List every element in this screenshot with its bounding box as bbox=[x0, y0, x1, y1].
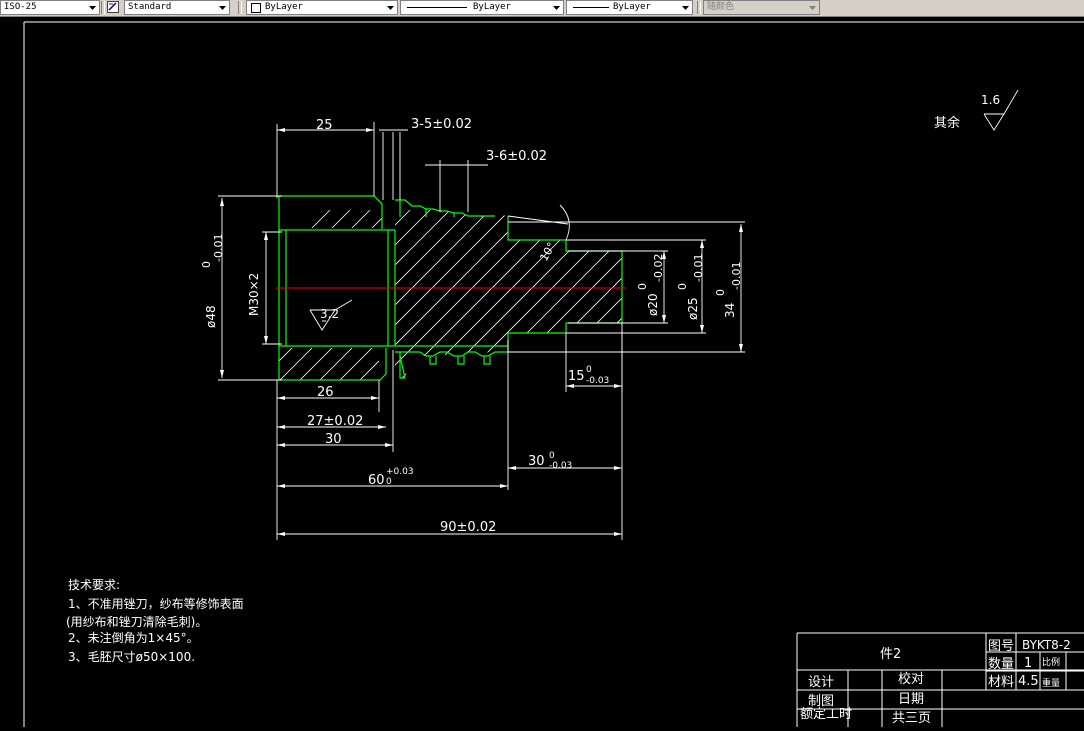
dim-style-value: ISO-25 bbox=[4, 2, 37, 12]
dim-dia20-tol-upper: 0 bbox=[636, 283, 649, 290]
scale-label: 比例 bbox=[1042, 656, 1060, 668]
linetype-combo[interactable]: ByLayer bbox=[400, 0, 564, 15]
notes-line-3: 2、未注倒角为1×45°。 bbox=[68, 630, 199, 645]
thread-label: M30×2 bbox=[247, 273, 261, 316]
plot-style-combo: 随颜色 bbox=[703, 0, 820, 15]
material-label: 材料 bbox=[988, 675, 1014, 690]
dim-dia25: ø25 bbox=[686, 297, 700, 320]
dim-len60-tol-upper: +0.03 bbox=[386, 467, 414, 477]
hours-label: 额定工时 bbox=[800, 707, 852, 722]
dim-len15-tol-lower: -0.03 bbox=[586, 376, 609, 386]
plot-style-value: 随颜色 bbox=[707, 2, 735, 12]
notes-line-2: (用纱布和锉刀清除毛刺)。 bbox=[66, 614, 207, 629]
dim-dia48-tol-lower: -0.01 bbox=[212, 234, 225, 262]
dim-len27: 27±0.02 bbox=[307, 414, 363, 429]
chevron-down-icon bbox=[219, 6, 226, 10]
dim-len30: 30 bbox=[325, 432, 342, 447]
part-name: 件2 bbox=[880, 647, 901, 662]
qty-label: 数量 bbox=[988, 657, 1014, 672]
dim-3-6: 3-6±0.02 bbox=[486, 149, 547, 164]
linetype-sample-icon bbox=[407, 7, 467, 8]
date-label: 日期 bbox=[898, 692, 924, 707]
chevron-down-icon bbox=[682, 6, 689, 10]
layer-color-combo[interactable]: ByLayer bbox=[246, 0, 398, 15]
toolbar-separator bbox=[101, 1, 105, 14]
material-value: 4.5 bbox=[1018, 674, 1039, 689]
drawing-no-label: 图号 bbox=[988, 639, 1014, 654]
dim-dia20: ø20 bbox=[646, 293, 660, 316]
text-style-icon[interactable] bbox=[107, 1, 119, 13]
chevron-down-icon bbox=[387, 6, 394, 10]
dim-dia34: 34 bbox=[723, 303, 737, 318]
dim-len90: 90±0.02 bbox=[440, 520, 496, 535]
dim-len15: 15 bbox=[568, 369, 585, 384]
dim-dia25-tol-lower: -0.01 bbox=[692, 254, 705, 282]
dim-dia34-tol-upper: 0 bbox=[714, 289, 727, 296]
properties-toolbar: ISO-25 Standard ByLayer ByLayer ByLayer … bbox=[0, 0, 1084, 17]
roughness-bore-value: 3.2 bbox=[320, 307, 339, 321]
dim-len30b-tol-upper: 0 bbox=[549, 451, 555, 461]
dim-len30b: 30 bbox=[528, 454, 545, 469]
dim-dia25-tol-upper: 0 bbox=[676, 283, 689, 290]
lineweight-combo[interactable]: ByLayer bbox=[566, 0, 693, 15]
dim-len26: 26 bbox=[317, 385, 334, 400]
dim-len30b-tol-lower: -0.03 bbox=[549, 461, 572, 471]
dim-dia34-tol-lower: -0.01 bbox=[730, 262, 743, 290]
weight-label: 重量 bbox=[1042, 677, 1060, 689]
drawing-canvas[interactable]: 25 3-5±0.02 3-6±0.02 10° 3.2 M30×2 ø48 0… bbox=[0, 17, 1084, 727]
lineweight-sample-icon bbox=[573, 7, 609, 8]
title-block: 件2 图号 BYKT8-2 数量 1 比例 材料 4.5 重量 设计 校对 制图… bbox=[796, 632, 1084, 727]
check-label: 校对 bbox=[898, 671, 924, 687]
notes-title: 技术要求: bbox=[68, 578, 120, 592]
dim-dia20-tol-lower: -0.02 bbox=[652, 254, 665, 282]
dimension-arrows bbox=[220, 128, 743, 536]
dim-3-5: 3-5±0.02 bbox=[411, 117, 472, 132]
roughness-rest-label: 其余 bbox=[934, 115, 960, 131]
lineweight-value: ByLayer bbox=[613, 2, 651, 12]
notes-line-4: 3、毛胚尺寸ø50×100. bbox=[68, 650, 195, 664]
toolbar-separator bbox=[238, 1, 242, 14]
pages-label: 共三页 bbox=[892, 711, 931, 726]
dim-len60-tol-lower: 0 bbox=[386, 477, 392, 487]
dim-len15-tol-upper: 0 bbox=[586, 365, 592, 375]
dim-len60: 60 bbox=[368, 473, 385, 488]
text-style-combo[interactable]: Standard bbox=[124, 0, 230, 15]
chevron-down-icon bbox=[553, 6, 560, 10]
roughness-rest-value: 1.6 bbox=[981, 93, 1000, 107]
drawing-no: BYKT8-2 bbox=[1022, 638, 1071, 652]
dim-style-combo[interactable]: ISO-25 bbox=[0, 0, 100, 15]
dim-dia48: ø48 bbox=[204, 305, 218, 328]
design-label: 设计 bbox=[808, 675, 834, 690]
qty-value: 1 bbox=[1024, 656, 1032, 671]
color-swatch-icon bbox=[251, 3, 261, 13]
layer-color-value: ByLayer bbox=[265, 2, 303, 12]
technical-notes: 技术要求: 1、不准用锉刀，纱布等修饰表面 (用纱布和锉刀清除毛刺)。 2、未注… bbox=[66, 578, 244, 664]
chevron-down-icon bbox=[809, 6, 816, 10]
linetype-value: ByLayer bbox=[473, 2, 511, 12]
dim-25-top: 25 bbox=[316, 118, 333, 133]
text-style-value: Standard bbox=[128, 2, 172, 12]
notes-line-1: 1、不准用锉刀，纱布等修饰表面 bbox=[68, 596, 244, 611]
drawing-svg: 25 3-5±0.02 3-6±0.02 10° 3.2 M30×2 ø48 0… bbox=[23, 21, 1084, 727]
chevron-down-icon bbox=[89, 6, 96, 10]
toolbar-separator bbox=[697, 1, 701, 14]
